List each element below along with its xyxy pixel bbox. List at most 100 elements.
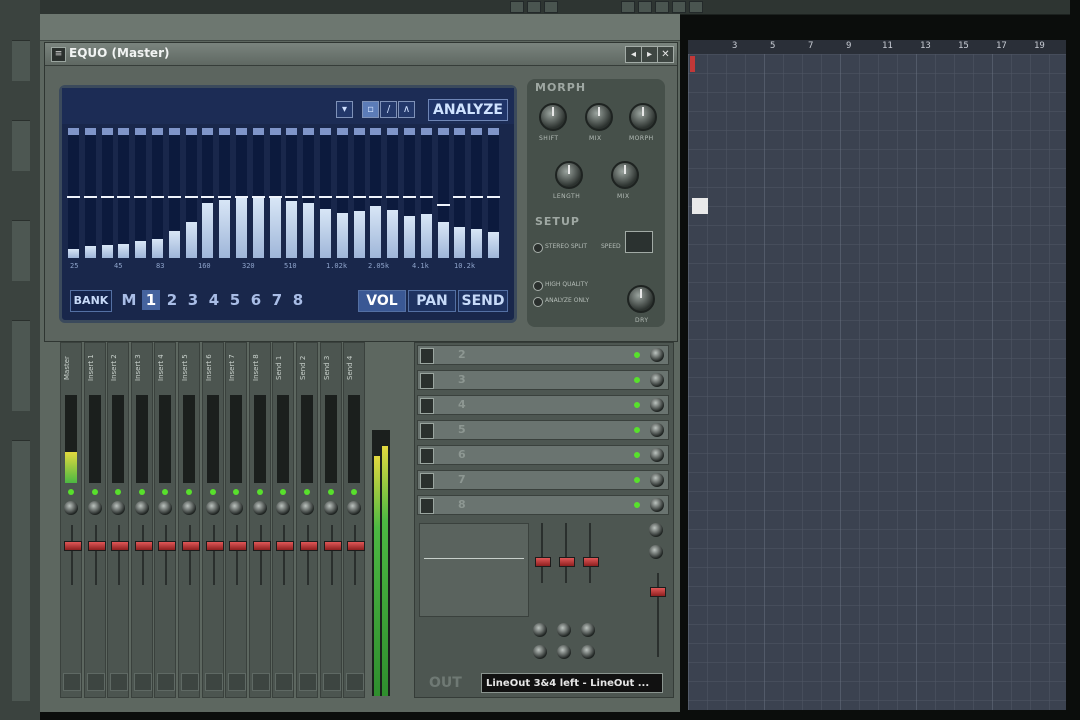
eq-mid-fader[interactable]	[559, 557, 575, 567]
channel-enable-led[interactable]	[304, 489, 310, 495]
eq-band-gain-line[interactable]	[184, 196, 198, 199]
eq-band-slider[interactable]	[285, 128, 299, 258]
bank-8-button[interactable]: 8	[289, 290, 307, 310]
channel-route-button[interactable]	[63, 673, 81, 691]
mixer-channel-strip[interactable]: Send 4	[343, 342, 366, 698]
channel-pan-knob[interactable]	[300, 501, 314, 515]
eq-band-slider[interactable]	[268, 128, 282, 258]
bank-7-button[interactable]: 7	[268, 290, 286, 310]
equo-titlebar[interactable]: ≡ EQUO (Master) ◂ ▸ ✕	[45, 43, 677, 66]
fx-slot-mix-knob[interactable]	[650, 448, 664, 462]
mixer-channel-strip[interactable]: Insert 5	[178, 342, 200, 698]
fx-slot-menu-button[interactable]	[420, 348, 434, 364]
channel-pan-knob[interactable]	[158, 501, 173, 515]
channel-pan-knob[interactable]	[87, 501, 102, 515]
master-output-fader[interactable]	[650, 587, 666, 597]
eq-band-sliders[interactable]	[67, 128, 508, 274]
fx-slot-mix-knob[interactable]	[650, 398, 664, 412]
pan-mode-button[interactable]: PAN	[408, 290, 456, 312]
fx-slot-enable-led[interactable]	[634, 502, 640, 508]
bank-button[interactable]: BANK	[70, 290, 112, 312]
channel-pan-knob[interactable]	[182, 501, 196, 515]
channel-pan-knob[interactable]	[347, 501, 362, 515]
eq-band-gain-line[interactable]	[302, 196, 316, 199]
eq-band-gain-line[interactable]	[167, 196, 181, 199]
mixer-channel-strip[interactable]: Insert 4	[154, 342, 177, 698]
eq-band-slider[interactable]	[436, 128, 450, 258]
channel-route-button[interactable]	[86, 673, 105, 691]
stereo-split-radio[interactable]	[533, 243, 543, 253]
bank-m-button[interactable]: M	[120, 290, 138, 310]
eq-band-slider[interactable]	[67, 128, 80, 258]
fx-slot-mix-knob[interactable]	[650, 473, 664, 487]
channel-route-button[interactable]	[228, 673, 247, 691]
channel-volume-fader[interactable]	[347, 541, 366, 551]
fx-slot[interactable]: 5	[417, 420, 669, 440]
eq-band-gain-line[interactable]	[100, 196, 114, 199]
mix-2-knob[interactable]	[611, 161, 639, 189]
channel-volume-fader[interactable]	[252, 541, 271, 551]
eq-band-slider[interactable]	[184, 128, 198, 258]
channel-volume-fader[interactable]	[182, 541, 200, 551]
toolbar-button[interactable]	[544, 1, 558, 13]
eq-band-slider[interactable]	[117, 128, 131, 258]
fx-slot-menu-button[interactable]	[420, 473, 434, 489]
fx-slot[interactable]: 2	[417, 345, 669, 365]
eq-band-gain-line[interactable]	[335, 196, 349, 199]
eq-band-gain-line[interactable]	[251, 196, 265, 199]
eq-band-gain-line[interactable]	[201, 196, 215, 199]
eq-band-slider[interactable]	[167, 128, 181, 258]
channel-pan-knob[interactable]	[205, 501, 220, 515]
bank-4-button[interactable]: 4	[205, 290, 223, 310]
eq-band-gain-line[interactable]	[67, 196, 80, 199]
eq-band-slider[interactable]	[302, 128, 316, 258]
eq-band-slider[interactable]	[403, 128, 416, 258]
toolbar-button[interactable]	[638, 1, 652, 13]
toolbar-button[interactable]	[621, 1, 635, 13]
eq-band-slider[interactable]	[453, 128, 467, 258]
mixer-channel-strip[interactable]: Insert 2	[107, 342, 130, 698]
fx-slot-mix-knob[interactable]	[650, 498, 664, 512]
eq-band-slider[interactable]	[335, 128, 349, 258]
eq-band-slider[interactable]	[235, 128, 248, 258]
eq-band-gain-line[interactable]	[386, 196, 400, 199]
toolbar-button[interactable]	[510, 1, 524, 13]
eq-draw-line-icon[interactable]: /	[380, 101, 397, 118]
mixer-channel-strip[interactable]: Master	[60, 342, 82, 698]
eq-band-gain-line[interactable]	[319, 196, 332, 199]
eq-band-gain-line[interactable]	[285, 196, 299, 199]
channel-enable-led[interactable]	[68, 489, 74, 495]
channel-pan-knob[interactable]	[276, 501, 291, 515]
fx-slot-menu-button[interactable]	[420, 423, 434, 439]
channel-enable-led[interactable]	[280, 489, 287, 495]
eq-band-slider[interactable]	[470, 128, 484, 258]
channel-route-button[interactable]	[299, 673, 317, 691]
channel-enable-led[interactable]	[233, 489, 240, 495]
eq-band-slider[interactable]	[487, 128, 500, 258]
channel-route-button[interactable]	[275, 673, 294, 691]
toolbar-button[interactable]	[655, 1, 669, 13]
bank-3-button[interactable]: 3	[184, 290, 202, 310]
morph-knob[interactable]	[629, 103, 657, 131]
channel-route-button[interactable]	[157, 673, 176, 691]
eq-mid-bw-knob[interactable]	[557, 645, 571, 659]
bank-5-button[interactable]: 5	[226, 290, 244, 310]
eq-low-freq-knob[interactable]	[533, 623, 547, 637]
eq-band-slider[interactable]	[201, 128, 215, 258]
channel-volume-fader[interactable]	[229, 541, 248, 551]
channel-route-button[interactable]	[251, 673, 270, 691]
mixer-channel-strip[interactable]: Send 2	[296, 342, 318, 698]
eq-band-gain-line[interactable]	[218, 196, 232, 199]
channel-volume-fader[interactable]	[300, 541, 318, 551]
toolbar-button[interactable]	[689, 1, 703, 13]
eq-band-slider[interactable]	[319, 128, 332, 258]
output-selector[interactable]: LineOut 3&4 left - LineOut ...	[481, 673, 663, 693]
channel-pan-knob[interactable]	[64, 501, 78, 515]
eq-band-slider[interactable]	[100, 128, 114, 258]
channel-enable-led[interactable]	[138, 489, 145, 495]
eq-band-slider[interactable]	[386, 128, 400, 258]
fx-slot-menu-button[interactable]	[420, 498, 434, 514]
fx-slot[interactable]: 3	[417, 370, 669, 390]
mixer-channel-strip[interactable]: Insert 1	[83, 342, 106, 698]
eq-band-slider[interactable]	[369, 128, 383, 258]
